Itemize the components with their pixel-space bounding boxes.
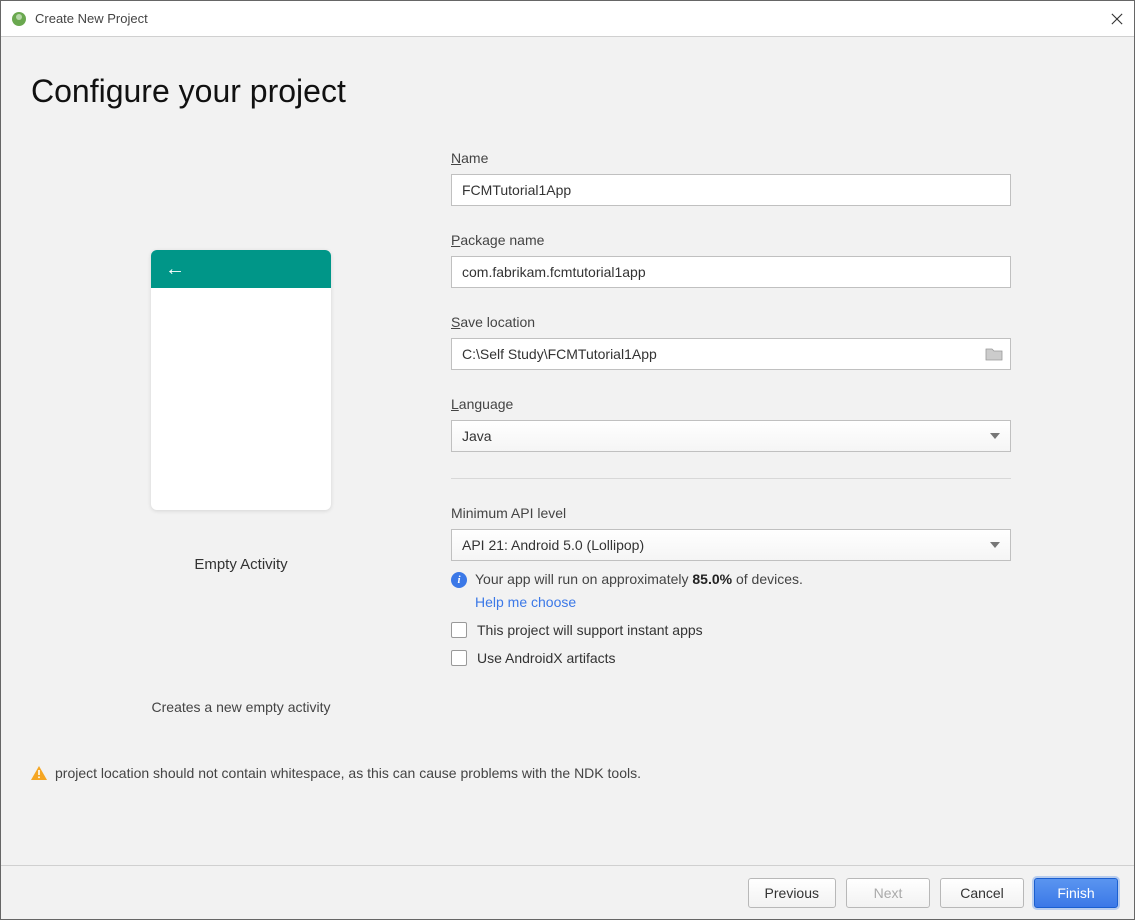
save-location-label: Save location <box>451 314 1011 330</box>
min-api-label: Minimum API level <box>451 505 1011 521</box>
template-description: Creates a new empty activity <box>152 699 331 715</box>
window-title: Create New Project <box>35 11 148 26</box>
name-input[interactable] <box>451 174 1011 206</box>
previous-button[interactable]: Previous <box>748 878 836 908</box>
warning-row: project location should not contain whit… <box>31 765 641 781</box>
preview-toolbar: ← <box>151 250 331 288</box>
instant-apps-label: This project will support instant apps <box>477 622 703 638</box>
api-coverage-info: i Your app will run on approximately 85.… <box>451 571 1011 588</box>
language-select[interactable]: Java <box>451 420 1011 452</box>
device-preview: ← <box>151 250 331 510</box>
language-label: Language <box>451 396 1011 412</box>
save-location-input[interactable] <box>451 338 1011 370</box>
warning-text: project location should not contain whit… <box>55 765 641 781</box>
instant-apps-checkbox-row: This project will support instant apps <box>451 622 1011 638</box>
template-preview-column: ← Empty Activity Creates a new empty act… <box>31 150 451 715</box>
name-label: Name <box>451 150 1011 166</box>
info-icon: i <box>451 572 467 588</box>
cancel-button[interactable]: Cancel <box>940 878 1024 908</box>
chevron-down-icon <box>990 542 1000 548</box>
instant-apps-checkbox[interactable] <box>451 622 467 638</box>
next-button: Next <box>846 878 930 908</box>
help-me-choose-link[interactable]: Help me choose <box>475 594 1011 610</box>
dialog-body: Configure your project ← Empty Activity … <box>1 37 1134 865</box>
warning-icon <box>31 766 47 780</box>
dialog-footer: Previous Next Cancel Finish <box>1 865 1134 919</box>
page-heading: Configure your project <box>31 73 1104 110</box>
package-name-label: Package name <box>451 232 1011 248</box>
min-api-select-value: API 21: Android 5.0 (Lollipop) <box>462 537 644 553</box>
android-studio-icon <box>11 11 27 27</box>
titlebar: Create New Project <box>1 1 1134 37</box>
back-arrow-icon: ← <box>165 259 185 279</box>
divider <box>451 478 1011 479</box>
close-icon[interactable] <box>1110 12 1124 26</box>
androidx-checkbox[interactable] <box>451 650 467 666</box>
template-name: Empty Activity <box>194 556 287 573</box>
form-column: Name Package name Save location <box>451 150 1011 715</box>
language-select-value: Java <box>462 428 492 444</box>
finish-button[interactable]: Finish <box>1034 878 1118 908</box>
chevron-down-icon <box>990 433 1000 439</box>
package-name-input[interactable] <box>451 256 1011 288</box>
androidx-label: Use AndroidX artifacts <box>477 650 616 666</box>
androidx-checkbox-row: Use AndroidX artifacts <box>451 650 1011 666</box>
min-api-select[interactable]: API 21: Android 5.0 (Lollipop) <box>451 529 1011 561</box>
browse-folder-icon[interactable] <box>985 347 1003 361</box>
dialog-window: Create New Project Configure your projec… <box>0 0 1135 920</box>
